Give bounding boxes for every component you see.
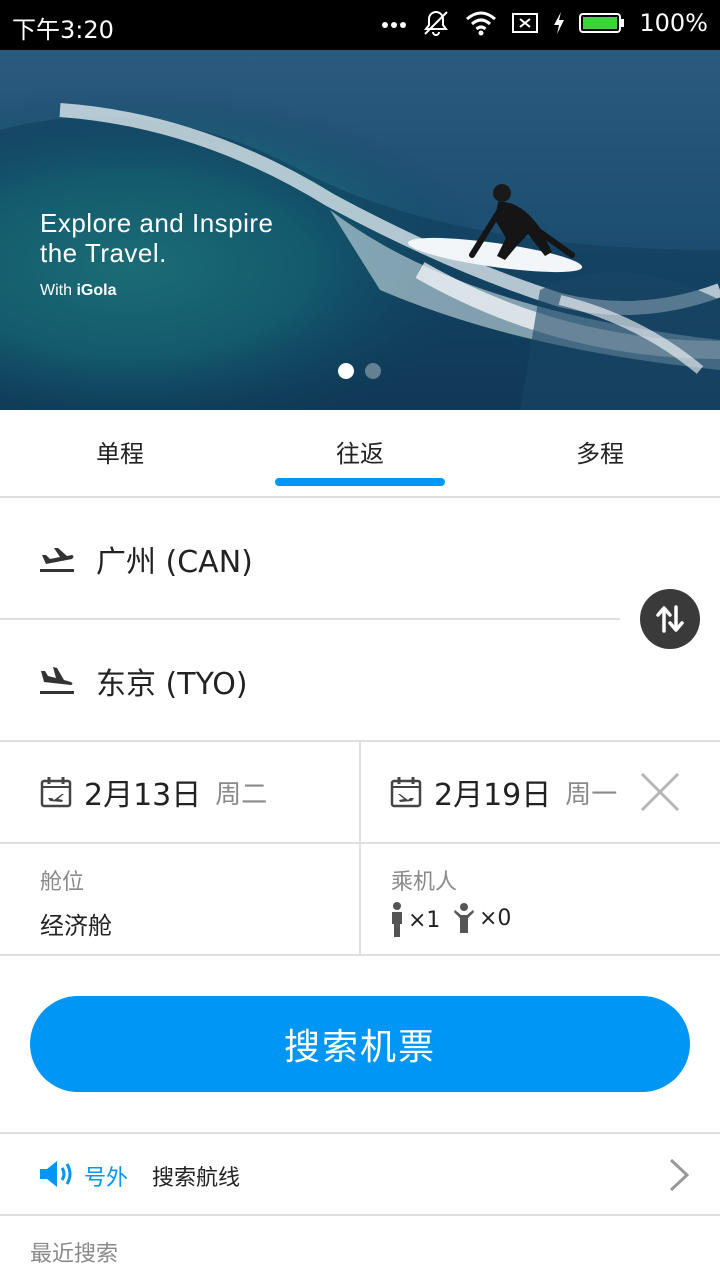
- carousel-dots: [338, 363, 381, 379]
- tab-label: 往返: [336, 440, 384, 468]
- clear-return-date-icon[interactable]: [640, 772, 680, 812]
- calendar-depart-icon: [40, 777, 72, 808]
- carousel-dot[interactable]: [365, 363, 381, 379]
- search-flights-button[interactable]: 搜索机票: [30, 996, 690, 1092]
- carousel-dot[interactable]: [338, 363, 354, 379]
- child-count-text: ×0: [479, 905, 512, 931]
- mute-icon: [424, 10, 449, 36]
- child-icon: [454, 903, 474, 933]
- tab-label: 多程: [576, 440, 624, 468]
- depart-date-field[interactable]: 2月13日 周二: [40, 742, 350, 842]
- arrival-city: 东京 (TYO): [96, 667, 248, 702]
- brand-name: iGola: [76, 282, 117, 299]
- adult-count: ×1: [390, 902, 440, 938]
- adult-icon: [392, 902, 402, 937]
- notice-tag: 号外: [84, 1166, 129, 1191]
- tab-one-way[interactable]: 单程: [0, 410, 240, 496]
- tab-multi-city[interactable]: 多程: [480, 410, 720, 496]
- battery-percent: 100%: [639, 9, 708, 37]
- depart-date: 2月13日: [84, 778, 202, 813]
- passengers-label: 乘机人: [391, 870, 458, 895]
- trip-type-tabs: 单程 往返 多程: [0, 410, 720, 498]
- promo-banner[interactable]: Explore and Inspire the Travel. With iGo…: [0, 50, 720, 410]
- chevron-right-icon: [669, 1158, 690, 1192]
- cabin-label: 舱位: [40, 870, 85, 895]
- active-tab-indicator: [275, 478, 445, 486]
- swap-cities-button[interactable]: [640, 589, 700, 649]
- battery-icon: [579, 13, 625, 33]
- banner-title: Explore and Inspire the Travel.: [40, 208, 274, 268]
- plane-landing-icon: [40, 667, 74, 694]
- notice-text: 搜索航线: [152, 1166, 241, 1191]
- cabin-class-field[interactable]: 舱位 经济舱: [0, 844, 358, 954]
- swap-icon: [656, 605, 684, 633]
- plane-takeoff-icon: [40, 548, 74, 572]
- adult-count-text: ×1: [408, 907, 441, 933]
- departure-city: 广州 (CAN): [96, 545, 253, 580]
- cabin-value: 经济舱: [40, 912, 112, 940]
- banner-subtitle: With iGola: [40, 282, 116, 300]
- child-count: ×0: [454, 902, 511, 934]
- wifi-icon: [466, 11, 497, 36]
- return-date-field[interactable]: 2月19日 周一: [390, 742, 630, 842]
- banner-sub-prefix: With: [40, 282, 77, 299]
- calendar-return-icon: [390, 777, 422, 808]
- options-divider: [0, 954, 720, 956]
- status-icons: 100%: [381, 8, 708, 38]
- speaker-icon: [40, 1161, 72, 1187]
- tab-label: 单程: [96, 440, 144, 468]
- depart-weekday: 周二: [215, 779, 268, 810]
- charging-icon: [554, 12, 565, 34]
- return-weekday: 周一: [565, 779, 618, 810]
- status-time: 下午3:20: [12, 16, 114, 44]
- more-dots-icon: [382, 22, 407, 28]
- status-bar: 下午3:20 100%: [0, 0, 720, 50]
- recent-searches-heading: 最近搜索: [30, 1242, 119, 1267]
- announcement-row[interactable]: 号外 搜索航线: [0, 1134, 720, 1214]
- return-date: 2月19日: [434, 778, 552, 813]
- departure-city-field[interactable]: 广州 (CAN): [0, 498, 620, 620]
- tab-round-trip[interactable]: 往返: [240, 410, 480, 496]
- arrival-city-field[interactable]: 东京 (TYO): [0, 620, 620, 742]
- no-sim-icon: [512, 13, 539, 33]
- recent-divider: [0, 1214, 720, 1216]
